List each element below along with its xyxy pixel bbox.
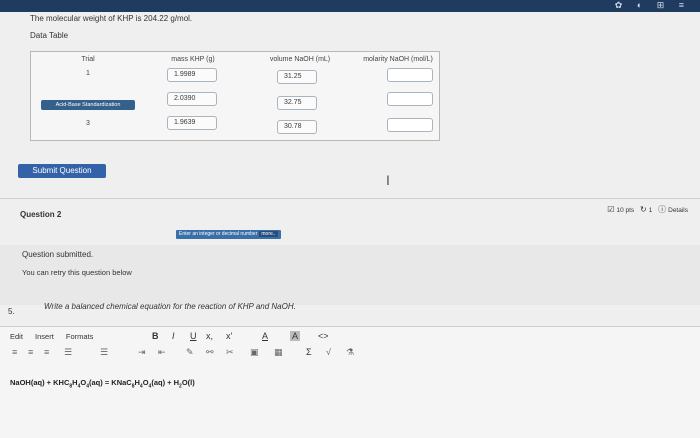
toolbar-icons[interactable]: ✿ ◐ ⊞ ≡ [615, 0, 690, 12]
volume-input-2[interactable]: 32.75 [277, 96, 317, 110]
hint-more-link[interactable]: more.. [259, 231, 278, 237]
trial-1-label: 1 [86, 70, 90, 77]
col-header-molarity: molarity NaOH (mol/L) [363, 56, 433, 63]
retries-text: 1 [648, 207, 653, 214]
menu-insert[interactable]: Insert [35, 332, 54, 341]
underline-button[interactable]: U [190, 331, 197, 341]
answer-equation[interactable]: NaOH(aq) + KHC8H4O4(aq) = KNaC8H4O4(aq) … [10, 378, 195, 390]
question-meta: ☑ 10 pts ↻ 1 ⓘ Details [607, 204, 688, 215]
data-table-title: Data Table [30, 31, 69, 40]
trial-2-label: Acid-Base Standardization [41, 100, 135, 110]
col-header-mass: mass KHP (g) [171, 56, 215, 63]
menu-edit[interactable]: Edit [10, 332, 23, 341]
outdent-icon[interactable]: ⇤ [158, 347, 166, 358]
retry-message: You can retry this question below [22, 268, 132, 277]
data-table: Trial mass KHP (g) volume NaOH (mL) mola… [30, 51, 440, 141]
submit-question-button[interactable]: Submit Question [18, 164, 106, 178]
question-5-number: 5. [8, 307, 15, 316]
highlight-button[interactable]: A [290, 331, 301, 341]
menu-formats[interactable]: Formats [66, 332, 94, 341]
italic-button[interactable]: I [172, 331, 175, 341]
retry-icon: ↻ [639, 205, 647, 214]
indent-icon[interactable]: ⇥ [138, 347, 146, 358]
volume-input-1[interactable]: 31.25 [277, 70, 317, 84]
details-link[interactable]: Details [668, 207, 688, 214]
chemistry-icon[interactable]: ⚗ [346, 347, 354, 358]
align-right-icon[interactable]: ≡ [44, 347, 49, 357]
molarity-input-3[interactable] [387, 118, 433, 132]
points-icon: ☑ [607, 205, 615, 214]
divider [0, 198, 700, 199]
unlink-icon[interactable]: ✂ [226, 347, 234, 358]
font-color-button[interactable]: A [262, 331, 268, 341]
table-icon[interactable]: ▦ [274, 347, 283, 358]
mass-input-1[interactable]: 1.9989 [167, 68, 217, 82]
hint-text: Enter an integer or decimal number [179, 231, 258, 237]
editor-menu: Edit Insert Formats [10, 332, 103, 341]
molarity-input-2[interactable] [387, 92, 433, 106]
text-cursor-icon: I [386, 172, 390, 188]
code-button[interactable]: <> [318, 331, 329, 341]
browser-top-bar: ✿ ◐ ⊞ ≡ [0, 0, 700, 12]
edit-icon[interactable]: ✎ [186, 347, 194, 358]
mass-input-2[interactable]: 2.0390 [167, 92, 217, 106]
molarity-input-1[interactable] [387, 68, 433, 82]
col-header-trial: Trial [81, 56, 95, 63]
align-center-icon[interactable]: ≡ [28, 347, 33, 357]
image-icon[interactable]: ▣ [250, 347, 259, 358]
molecular-weight-text: The molecular weight of KHP is 204.22 g/… [30, 14, 193, 23]
bullet-list-icon[interactable]: ☰ [64, 347, 72, 358]
submitted-message: Question submitted. [22, 250, 94, 259]
col-header-volume: volume NaOH (mL) [269, 56, 331, 63]
mass-input-3[interactable]: 1.9639 [167, 116, 217, 130]
question-5-prompt: Write a balanced chemical equation for t… [44, 302, 296, 311]
answer-hint-badge: Enter an integer or decimal number more.. [176, 230, 281, 239]
numbered-list-icon[interactable]: ☰ [100, 347, 108, 358]
bold-button[interactable]: B [152, 331, 159, 341]
points-text: 10 pts [616, 207, 635, 214]
sigma-icon[interactable]: Σ [306, 347, 312, 357]
superscript-button[interactable]: x' [226, 331, 232, 341]
volume-input-3[interactable]: 30.78 [277, 120, 317, 134]
link-icon[interactable]: ⚯ [206, 347, 214, 358]
trial-3-label: 3 [86, 120, 90, 127]
subscript-button[interactable]: x, [206, 331, 213, 341]
align-left-icon[interactable]: ≡ [12, 347, 17, 357]
question-2-title: Question 2 [20, 210, 62, 219]
formula-icon[interactable]: √ [326, 347, 331, 357]
info-icon[interactable]: ⓘ [658, 204, 666, 215]
